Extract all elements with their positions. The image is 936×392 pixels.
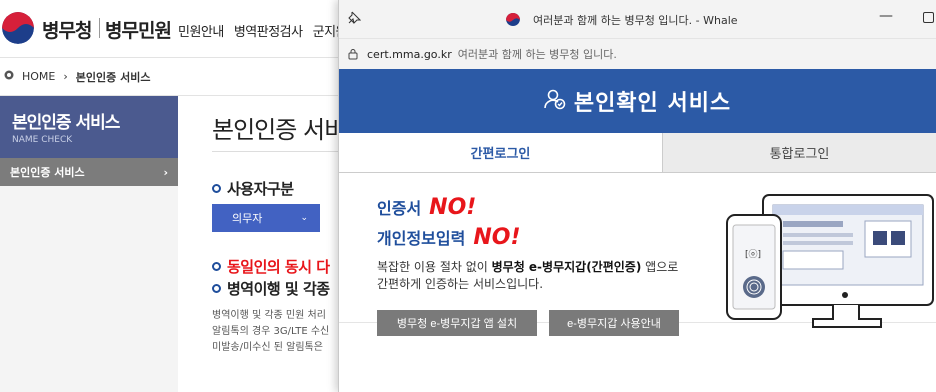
nav-item-exam[interactable]: 병역판정검사 — [234, 21, 303, 40]
description-line: 미발송/미수신 된 알림톡은 — [212, 342, 323, 353]
section-heading-user-type: 사용자구분 — [212, 178, 294, 199]
notice-text: 병역이행 및 각종 — [227, 280, 330, 298]
lock-icon[interactable] — [347, 48, 359, 60]
cert-label: 인증서 — [377, 199, 422, 218]
address-page-title: 여러분과 함께 하는 병무청 입니다. — [457, 48, 617, 61]
nav-item-civil-guide[interactable]: 민원안내 — [178, 21, 224, 40]
mma-logo-icon[interactable] — [2, 12, 34, 44]
logo-text-civil[interactable]: 병무민원 — [105, 16, 172, 43]
logo-text-mma[interactable]: 병무청 — [42, 16, 92, 43]
pin-icon[interactable] — [347, 10, 362, 29]
user-check-icon — [544, 88, 566, 114]
global-nav: 민원안내 병역판정검사 군지원 — [178, 21, 348, 40]
popup-window: 여러분과 함께 하는 병무청 입니다. - Whale — cert.mma.g… — [338, 0, 936, 392]
description-text: 간편하게 인증하는 서비스입니다. — [377, 277, 544, 291]
chevron-down-icon: ⌄ — [300, 213, 308, 223]
description-text: 앱으로 — [641, 260, 679, 274]
no-cert-line: 인증서 NO! — [377, 195, 476, 220]
left-nav-subtitle: NAME CHECK — [12, 135, 73, 145]
description-text: 복잡한 이용 절차 없이 — [377, 260, 492, 274]
site-favicon-icon — [506, 12, 520, 26]
left-nav-item-label: 본인인증 서비스 — [10, 166, 85, 179]
notice-heading: 병역이행 및 각종 — [212, 278, 330, 299]
service-banner: 본인확인 서비스 — [339, 69, 936, 133]
description-line: 병역이행 및 각종 민원 처리 — [212, 310, 326, 321]
tab-simple-login[interactable]: 간편로그인 — [339, 133, 663, 172]
banner-title: 본인확인 서비스 — [573, 91, 732, 116]
user-type-select[interactable]: 의무자 ⌄ — [212, 204, 320, 232]
logo-divider — [99, 18, 100, 38]
personal-info-label: 개인정보입력 — [377, 229, 466, 248]
description-line: 알림톡의 경우 3G/LTE 수신 — [212, 326, 330, 337]
page-title: 본인인증 서비 — [212, 116, 346, 144]
section-heading-label: 사용자구분 — [227, 180, 294, 198]
bullet-icon — [212, 184, 221, 193]
app-guide-button[interactable]: e-병무지갑 사용안내 — [549, 310, 679, 336]
url-text[interactable]: cert.mma.go.kr — [367, 48, 452, 61]
window-title: 여러분과 함께 하는 병무청 입니다. - Whale — [533, 14, 738, 27]
left-nav-title: 본인인증 서비스 — [12, 113, 120, 133]
maximize-icon[interactable] — [923, 12, 934, 23]
address-bar[interactable]: cert.mma.go.kr 여러분과 함께 하는 병무청 입니다. — [339, 38, 936, 69]
description-bold: 병무청 e-병무지갑(간편인증) — [491, 260, 642, 274]
chevron-right-icon: › — [163, 165, 168, 179]
minimize-icon[interactable]: — — [879, 8, 893, 24]
bullet-icon — [212, 284, 221, 293]
left-nav-header: 본인인증 서비스 NAME CHECK — [0, 96, 178, 158]
breadcrumb-current: 본인인증 서비스 — [75, 70, 151, 84]
chevron-right-icon: › — [63, 70, 68, 83]
divider — [212, 151, 342, 152]
login-tabs: 간편로그인 통합로그인 — [339, 133, 936, 173]
notice-heading-red: 동일인의 동시 다 — [212, 256, 330, 277]
left-nav: 본인인증 서비스 NAME CHECK 본인인증 서비스 › — [0, 96, 178, 392]
no-personal-info-line: 개인정보입력 NO! — [377, 225, 520, 250]
window-titlebar[interactable]: 여러분과 함께 하는 병무청 입니다. - Whale — — [339, 0, 936, 38]
breadcrumb-home[interactable]: HOME — [22, 70, 55, 83]
phone-monitor-illustration: [ⓞ] — [725, 191, 936, 331]
tab-integrated-login[interactable]: 통합로그인 — [663, 133, 936, 172]
user-type-value: 의무자 — [232, 212, 263, 225]
home-icon[interactable] — [4, 70, 14, 83]
simple-login-panel: 인증서 NO! 개인정보입력 NO! 복잡한 이용 절차 없이 병무청 e-병무… — [339, 173, 936, 336]
install-app-button[interactable]: 병무청 e-병무지갑 앱 설치 — [377, 310, 537, 336]
no-word: NO! — [473, 225, 521, 250]
no-word: NO! — [429, 195, 477, 220]
svg-text:[ⓞ]: [ⓞ] — [745, 249, 761, 260]
bullet-icon — [212, 262, 221, 271]
notice-red-text: 동일인의 동시 다 — [227, 258, 330, 276]
left-nav-item-name-check[interactable]: 본인인증 서비스 › — [0, 158, 178, 186]
service-description: 복잡한 이용 절차 없이 병무청 e-병무지갑(간편인증) 앱으로 간편하게 인… — [377, 259, 678, 293]
